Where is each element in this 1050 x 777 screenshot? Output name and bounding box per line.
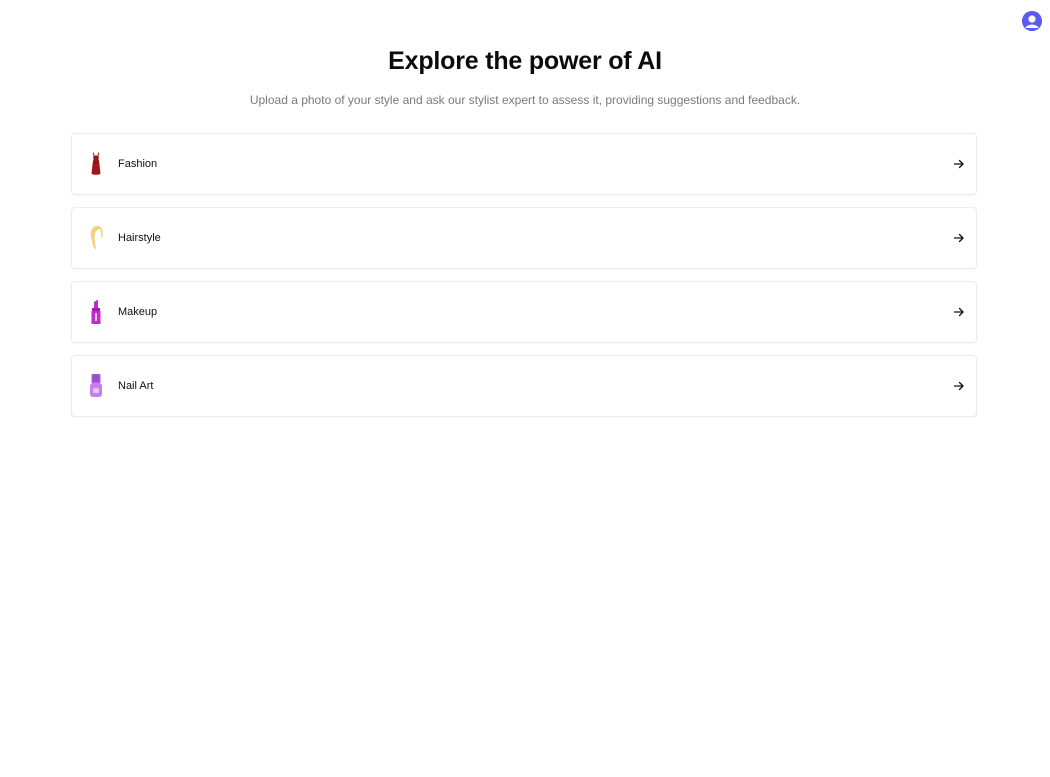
- category-list: Fashion Hairstyle Makeup Nail Art: [71, 133, 977, 429]
- page-subtitle: Upload a photo of your style and ask our…: [249, 93, 801, 107]
- arrow-right-icon: [952, 157, 966, 171]
- category-item-fashion[interactable]: Fashion: [71, 133, 977, 195]
- page: Explore the power of AI Upload a photo o…: [0, 0, 1050, 777]
- dress-icon: [86, 151, 106, 177]
- category-label: Nail Art: [118, 380, 154, 392]
- page-header: Explore the power of AI Upload a photo o…: [0, 44, 1050, 108]
- hair-icon: [86, 225, 106, 251]
- arrow-right-icon: [952, 231, 966, 245]
- page-title: Explore the power of AI: [388, 47, 662, 75]
- category-label: Fashion: [118, 158, 158, 170]
- category-item-hairstyle[interactable]: Hairstyle: [71, 207, 977, 269]
- arrow-right-icon: [952, 379, 966, 393]
- lipstick-icon: [86, 299, 106, 325]
- category-item-makeup[interactable]: Makeup: [71, 281, 977, 343]
- nail-polish-icon: [86, 373, 106, 399]
- arrow-right-icon: [952, 305, 966, 319]
- user-avatar-icon[interactable]: [1022, 11, 1042, 31]
- category-item-nail-art[interactable]: Nail Art: [71, 355, 977, 417]
- category-label: Hairstyle: [118, 232, 161, 244]
- category-label: Makeup: [118, 306, 158, 318]
